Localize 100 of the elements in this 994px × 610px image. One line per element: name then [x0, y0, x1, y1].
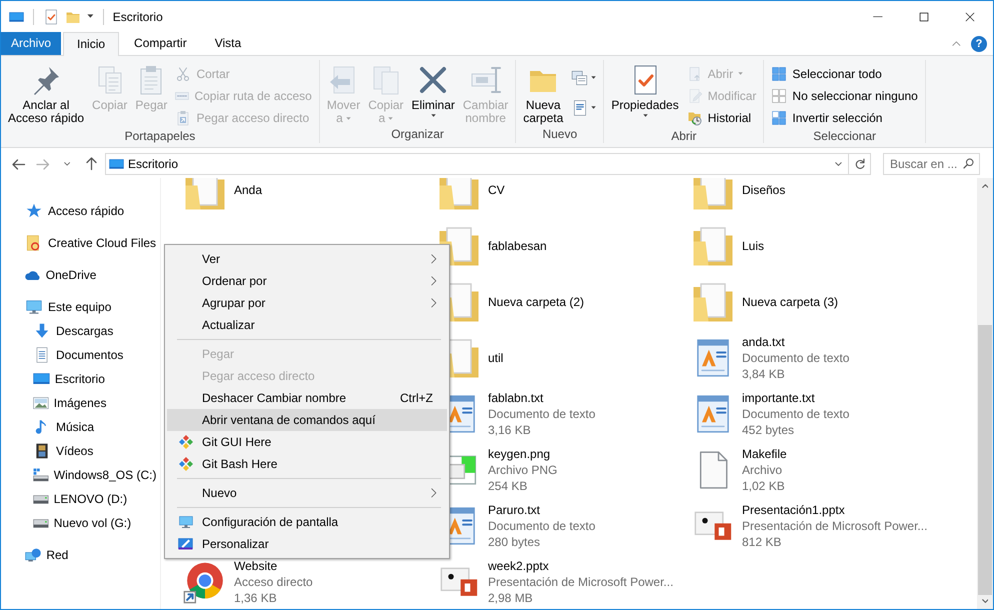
file-size: 254 KB	[488, 478, 528, 494]
easy-access-icon	[571, 69, 590, 87]
ribbon-tab[interactable]: Inicio	[63, 32, 120, 56]
scrollbar[interactable]	[977, 178, 993, 609]
invert-selection-icon	[771, 110, 788, 126]
network-icon	[25, 548, 42, 562]
ribbon-button[interactable]: Invertir selección	[768, 107, 921, 129]
menu-item[interactable]: Ordenar por	[167, 270, 447, 292]
menu-item[interactable]: Git Bash Here	[167, 453, 447, 475]
ribbon-button[interactable]: Nueva carpeta	[520, 63, 566, 126]
file-name[interactable]: Nueva carpeta (2)	[488, 294, 584, 310]
file-name[interactable]: keygen.png	[488, 446, 558, 462]
file-name[interactable]: Makefile	[742, 446, 787, 462]
up-arrow-icon	[86, 157, 96, 171]
file-name[interactable]: Luis	[742, 238, 764, 254]
desktop-icon	[109, 159, 124, 169]
help-button[interactable]: ?	[971, 36, 987, 52]
menu-item-label: Pegar acceso directo	[202, 369, 316, 383]
file-type: Documento de texto	[488, 518, 596, 534]
file-name[interactable]: Nueva carpeta (3)	[742, 294, 838, 310]
file-type: Acceso directo	[234, 574, 313, 590]
file-name[interactable]: Paruro.txt	[488, 502, 596, 518]
group-label: Portapapeles	[124, 129, 196, 143]
ribbon-tab[interactable]: Archivo	[1, 32, 62, 55]
select-all-icon	[771, 66, 788, 82]
menu-item[interactable]: Configuración de pantalla	[167, 511, 447, 533]
address-field[interactable]: Escritorio	[105, 153, 849, 175]
ribbon-button[interactable]: Eliminar	[408, 63, 458, 118]
file-name[interactable]: fablabesan	[488, 238, 547, 254]
menu-item-label: Pegar	[202, 347, 236, 361]
nav-item[interactable]: Acceso rápido	[1, 199, 160, 223]
nav-item[interactable]: Creative Cloud Files	[1, 231, 160, 255]
desktop-icon	[9, 12, 24, 22]
file-name[interactable]: Diseños	[742, 182, 786, 198]
ribbon-tab[interactable]: Compartir	[121, 32, 200, 55]
menu-item[interactable]: Actualizar	[167, 314, 447, 336]
nav-item[interactable]: Descargas	[1, 319, 160, 343]
cloud-icon	[25, 270, 41, 280]
address-text: Escritorio	[128, 157, 180, 171]
nav-item[interactable]: Este equipo	[1, 295, 160, 319]
file-name[interactable]: CV	[488, 182, 505, 198]
menu-item[interactable]: Deshacer Cambiar nombre Ctrl+Z	[167, 387, 447, 409]
desktop-icon	[33, 373, 50, 385]
file-type: Presentación de Microsoft Power...	[488, 574, 674, 590]
maximize-icon	[917, 10, 931, 24]
menu-item-label: Personalizar	[202, 537, 270, 551]
file-name[interactable]: anda.txt	[742, 334, 850, 350]
file-name[interactable]: importante.txt	[742, 390, 850, 406]
ribbon-tab[interactable]: Vista	[202, 32, 254, 55]
menu-item[interactable]: Agrupar por	[167, 292, 447, 314]
nav-item[interactable]: Windows8_OS (C:)	[1, 463, 160, 487]
pictures-icon	[33, 396, 49, 410]
nav-item[interactable]: Música	[1, 415, 160, 439]
group-label: Nuevo	[541, 127, 578, 143]
menu-item[interactable]: Ver	[167, 248, 447, 270]
monitor-icon	[178, 514, 194, 530]
ribbon-button[interactable]: No seleccionar ninguno	[768, 85, 921, 107]
window-title: Escritorio	[112, 10, 163, 24]
minimize-icon	[873, 16, 883, 18]
nav-item[interactable]: OneDrive	[1, 263, 160, 287]
file-size: 2,98 MB	[488, 590, 534, 606]
system-drive-icon	[33, 468, 49, 482]
file-type: Documento de texto	[742, 406, 850, 422]
nav-item[interactable]: Documentos	[1, 343, 160, 367]
ribbon-button[interactable]: Propiedades	[608, 63, 682, 118]
history-icon	[686, 110, 703, 126]
select-none-icon	[771, 88, 788, 104]
file-name[interactable]: week2.pptx	[488, 558, 674, 574]
menu-item[interactable]: Personalizar	[167, 533, 447, 555]
file-type: Archivo	[742, 462, 784, 478]
ribbon-button[interactable]: Historial	[684, 107, 760, 129]
refresh-button[interactable]	[849, 153, 871, 175]
menu-item-label: Git Bash Here	[202, 457, 278, 471]
nav-item[interactable]: Escritorio	[1, 367, 160, 391]
ribbon-button[interactable]: Anclar al Acceso rápido	[5, 63, 88, 126]
nav-item[interactable]: LENOVO (D:)	[1, 487, 160, 511]
menu-item[interactable]: Abrir ventana de comandos aquí	[167, 409, 447, 431]
file-size: 1,02 KB	[742, 478, 786, 494]
search-field[interactable]: Buscar en ...	[883, 153, 980, 175]
nav-item[interactable]: Red	[1, 543, 160, 567]
scroll-thumb[interactable]	[978, 324, 992, 595]
menu-item-label: Ordenar por	[202, 274, 268, 288]
group-label: Abrir	[670, 129, 698, 143]
file-name[interactable]: fablabn.txt	[488, 390, 596, 406]
file-type: Documento de texto	[488, 406, 596, 422]
file-size: 1,36 KB	[234, 590, 278, 606]
file-name[interactable]: Anda	[234, 182, 262, 198]
file-name[interactable]: Presentación1.pptx	[742, 502, 928, 518]
nav-item[interactable]: Vídeos	[1, 439, 160, 463]
group-label: Organizar	[390, 127, 445, 143]
back-arrow-icon	[12, 158, 26, 170]
nav-item[interactable]: Imágenes	[1, 391, 160, 415]
nav-item[interactable]: Nuevo vol (G:)	[1, 511, 160, 535]
menu-item[interactable]: Nuevo	[167, 482, 447, 504]
menu-item[interactable]: Git GUI Here	[167, 431, 447, 453]
drive-icon	[33, 518, 49, 528]
file-name[interactable]: Website	[234, 558, 313, 574]
ribbon-button[interactable]: Seleccionar todo	[768, 63, 921, 85]
file-size: 3,84 KB	[742, 366, 786, 382]
file-name[interactable]: util	[488, 350, 504, 366]
